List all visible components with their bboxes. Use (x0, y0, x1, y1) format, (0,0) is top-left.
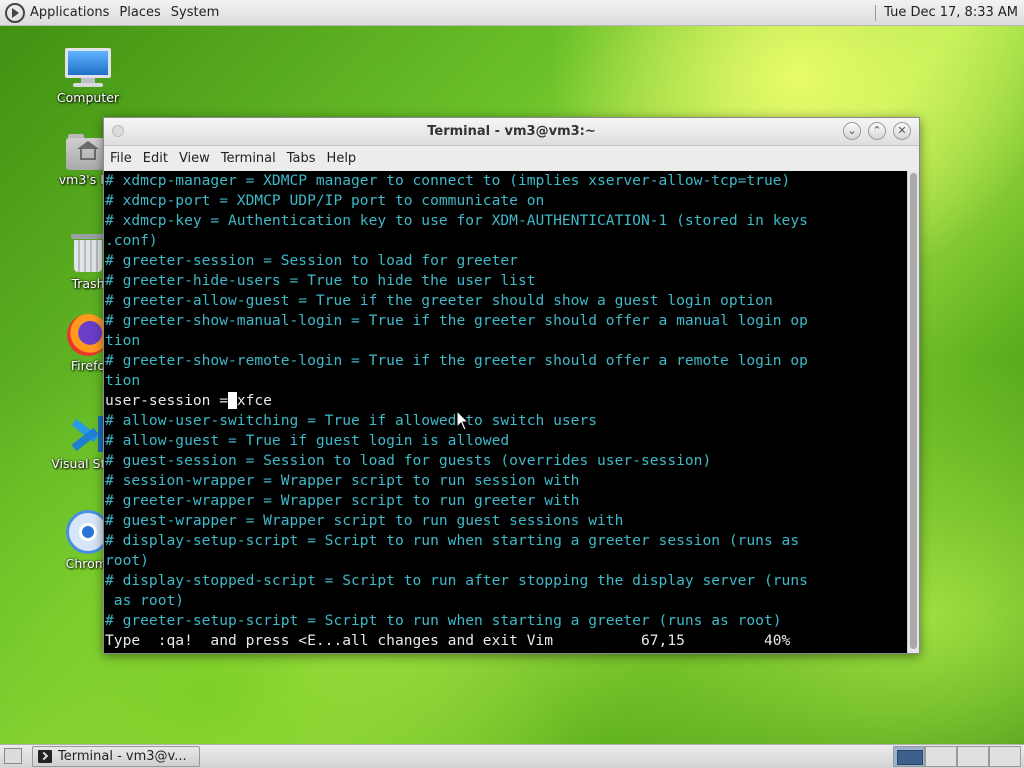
terminal-line: # greeter-setup-script = Script to run w… (105, 612, 782, 629)
close-icon[interactable]: ✕ (893, 122, 911, 140)
menu-tabs[interactable]: Tabs (287, 151, 316, 166)
terminal-scrollbar[interactable] (907, 171, 919, 653)
edit-line-before: user-session = (105, 392, 229, 409)
workspace-3[interactable] (957, 746, 989, 767)
terminal-icon (38, 750, 52, 763)
window-titlebar[interactable]: Terminal - vm3@vm3:~ ⌄ ⌃ ✕ (104, 118, 919, 146)
terminal-line: # display-stopped-script = Script to run… (105, 572, 808, 589)
clock[interactable]: Tue Dec 17, 8:33 AM (884, 5, 1018, 20)
top-panel: Applications Places System Tue Dec 17, 8… (0, 0, 1024, 26)
terminal-line: .conf) (105, 232, 158, 249)
terminal-line: # display-setup-script = Script to run w… (105, 532, 800, 549)
desktop-icon-label: Computer (56, 90, 120, 105)
menu-file[interactable]: File (110, 151, 132, 166)
terminal-line: as root) (105, 592, 185, 609)
terminal-edit-line: user-session = xfce (104, 391, 907, 411)
taskbar-terminal-button[interactable]: Terminal - vm3@v... (32, 746, 200, 767)
terminal-line: tion (105, 332, 141, 349)
terminal-line: # xdmcp-key = Authentication key to use … (105, 212, 808, 229)
taskbar-button-label: Terminal - vm3@v... (58, 749, 187, 764)
terminal-line: # greeter-session = Session to load for … (105, 252, 518, 269)
terminal-window[interactable]: Terminal - vm3@vm3:~ ⌄ ⌃ ✕ File Edit Vie… (103, 117, 920, 654)
vim-status-line: Type :qa! and press <E...all changes and… (105, 632, 791, 649)
terminal-line: # greeter-allow-guest = True if the gree… (105, 292, 773, 309)
workspace-2[interactable] (925, 746, 957, 767)
terminal-line: root) (105, 552, 149, 569)
window-menubar: File Edit View Terminal Tabs Help (104, 146, 919, 170)
terminal-line: # greeter-show-remote-login = True if th… (105, 352, 808, 369)
vscode-icon (68, 414, 108, 454)
menu-terminal[interactable]: Terminal (221, 151, 276, 166)
menu-edit[interactable]: Edit (143, 151, 168, 166)
scrollbar-thumb[interactable] (910, 173, 917, 649)
text-cursor (228, 392, 237, 409)
applications-menu[interactable]: Applications (30, 5, 109, 20)
terminal-line: # greeter-hide-users = True to hide the … (105, 272, 536, 289)
desktop-icon-computer[interactable]: Computer (38, 48, 138, 105)
computer-icon (65, 48, 111, 88)
panel-separator (875, 4, 877, 21)
terminal-line: tion (105, 372, 141, 389)
workspace-4[interactable] (989, 746, 1021, 767)
terminal-line: # xdmcp-manager = XDMCP manager to conne… (105, 172, 791, 189)
terminal-line: # session-wrapper = Wrapper script to ru… (105, 472, 580, 489)
menu-help[interactable]: Help (327, 151, 357, 166)
terminal-line: # guest-session = Session to load for gu… (105, 452, 712, 469)
edit-line-after: xfce (236, 392, 272, 409)
terminal-text-area[interactable]: # xdmcp-manager = XDMCP manager to conne… (104, 171, 907, 653)
terminal-line: # allow-user-switching = True if allowed… (105, 412, 598, 429)
terminal-line: # xdmcp-port = XDMCP UDP/IP port to comm… (105, 192, 545, 209)
bottom-panel: Terminal - vm3@v... (0, 744, 1024, 768)
show-desktop-icon[interactable] (4, 748, 22, 764)
terminal-line: # greeter-show-manual-login = True if th… (105, 312, 808, 329)
workspace-1[interactable] (893, 746, 925, 767)
minimize-icon[interactable]: ⌄ (843, 122, 861, 140)
window-title: Terminal - vm3@vm3:~ (427, 124, 596, 139)
terminal-line: # guest-wrapper = Wrapper script to run … (105, 512, 624, 529)
maximize-icon[interactable]: ⌃ (868, 122, 886, 140)
menu-view[interactable]: View (179, 151, 210, 166)
terminal-line: # allow-guest = True if guest login is a… (105, 432, 510, 449)
system-logo-icon[interactable] (5, 2, 25, 23)
trash-icon (71, 232, 105, 274)
places-menu[interactable]: Places (119, 5, 160, 20)
system-menu[interactable]: System (171, 5, 219, 20)
terminal-line: # greeter-wrapper = Wrapper script to ru… (105, 492, 580, 509)
